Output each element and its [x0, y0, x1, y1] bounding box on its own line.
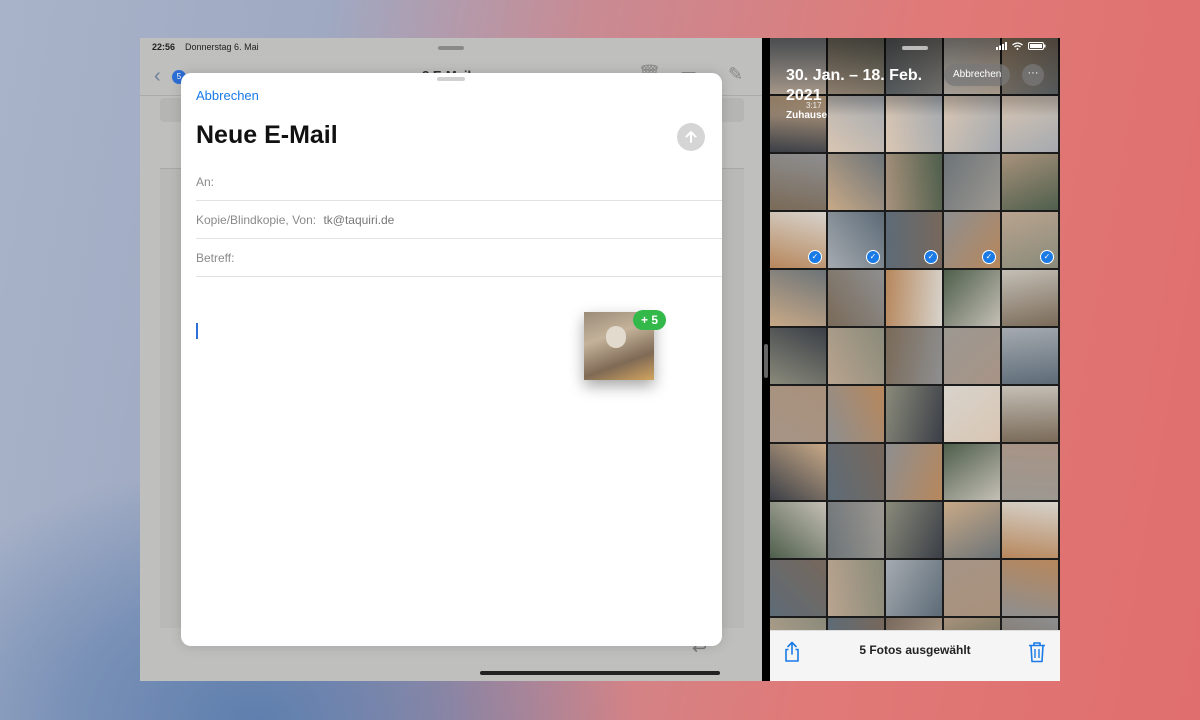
cc-from-field[interactable]: Kopie/Blindkopie, Von: tk@taquiri.de — [196, 201, 722, 239]
multitasking-handle[interactable] — [438, 46, 464, 50]
checkmark-icon: ✓ — [982, 250, 996, 264]
photos-status-icons — [995, 42, 1046, 52]
compose-title: Neue E-Mail — [196, 121, 338, 149]
photo-thumbnail[interactable] — [770, 270, 826, 326]
to-label: An: — [196, 175, 215, 189]
photo-thumbnail[interactable] — [828, 270, 884, 326]
send-button[interactable] — [677, 123, 705, 151]
photos-toolbar: 5 Fotos ausgewählt — [770, 630, 1060, 681]
cc-label: Kopie/Blindkopie, Von: — [196, 213, 317, 227]
photo-thumbnail[interactable] — [944, 560, 1000, 616]
photo-thumbnail[interactable] — [770, 444, 826, 500]
photo-thumbnail[interactable] — [1002, 270, 1058, 326]
wifi-icon — [1012, 42, 1024, 50]
more-options-button[interactable]: ··· — [1022, 64, 1044, 86]
drag-preview-subject — [606, 326, 626, 348]
photo-thumbnail[interactable] — [770, 328, 826, 384]
photo-thumbnail[interactable] — [1002, 444, 1058, 500]
photo-thumbnail[interactable] — [886, 270, 942, 326]
photo-thumbnail[interactable] — [944, 270, 1000, 326]
checkmark-icon: ✓ — [808, 250, 822, 264]
photo-thumbnail[interactable]: ✓ — [886, 212, 942, 268]
photo-thumbnail[interactable] — [886, 560, 942, 616]
compose-icon[interactable]: ✎ — [728, 64, 743, 85]
text-cursor — [196, 323, 198, 339]
photo-thumbnail[interactable] — [944, 502, 1000, 558]
subject-label: Betreff: — [196, 251, 235, 265]
photo-thumbnail[interactable] — [828, 154, 884, 210]
photo-thumbnail[interactable] — [828, 386, 884, 442]
battery-icon — [1028, 42, 1046, 50]
sheet-grabber[interactable] — [437, 77, 465, 81]
photo-thumbnail[interactable]: ✓ — [1002, 212, 1058, 268]
photo-thumbnail[interactable] — [770, 386, 826, 442]
photos-cancel-button[interactable]: Abbrechen — [944, 64, 1011, 86]
photo-thumbnail[interactable] — [1002, 328, 1058, 384]
photo-thumbnail[interactable] — [1002, 386, 1058, 442]
status-date: Donnerstag 6. Mai — [185, 42, 259, 52]
drag-count-badge: + 5 — [633, 310, 667, 330]
photo-thumbnail[interactable] — [886, 328, 942, 384]
ipad-screen: 22:56 Donnerstag 6. Mai ‹ 5 2 E-Mails 🗑 … — [140, 38, 1060, 681]
photo-thumbnail[interactable] — [828, 560, 884, 616]
photo-thumbnail[interactable] — [1002, 560, 1058, 616]
checkmark-icon: ✓ — [924, 250, 938, 264]
selected-count: 5 Fotos ausgewählt — [859, 643, 971, 657]
cancel-button[interactable]: Abbrechen — [196, 88, 259, 103]
photo-thumbnail[interactable] — [944, 328, 1000, 384]
photo-thumbnail[interactable] — [828, 502, 884, 558]
photos-multitasking-handle[interactable] — [902, 46, 928, 50]
photo-thumbnail[interactable] — [1002, 502, 1058, 558]
photo-thumbnail[interactable]: ✓ — [770, 212, 826, 268]
photos-time: 3:17 — [806, 101, 822, 110]
photo-thumbnail[interactable] — [770, 502, 826, 558]
home-indicator[interactable] — [480, 671, 720, 675]
photo-thumbnail[interactable]: ✓ — [944, 212, 1000, 268]
photo-thumbnail[interactable]: ✓ — [828, 212, 884, 268]
checkmark-icon: ✓ — [866, 250, 880, 264]
photo-thumbnail[interactable] — [770, 154, 826, 210]
from-value[interactable]: tk@taquiri.de — [323, 213, 394, 227]
photos-date-range: 30. Jan. – 18. Feb. 2021 — [786, 67, 923, 104]
photo-thumbnail[interactable] — [770, 560, 826, 616]
status-time: 22:56 — [152, 42, 176, 52]
photo-thumbnail[interactable] — [944, 444, 1000, 500]
photo-thumbnail[interactable] — [1002, 154, 1058, 210]
photo-thumbnail[interactable] — [828, 444, 884, 500]
photos-app: ✓ ✓ ✓ ✓ ✓ 30. Jan. – 18. Feb. 2021 3:17 Zuha… — [770, 38, 1060, 681]
to-field[interactable]: An: — [196, 163, 722, 201]
photo-thumbnail[interactable] — [886, 154, 942, 210]
photo-thumbnail[interactable] — [886, 386, 942, 442]
photo-thumbnail[interactable] — [944, 154, 1000, 210]
checkmark-icon: ✓ — [1040, 250, 1054, 264]
status-bar: 22:56 Donnerstag 6. Mai — [152, 42, 259, 52]
mail-app: 22:56 Donnerstag 6. Mai ‹ 5 2 E-Mails 🗑 … — [140, 38, 762, 681]
signal-icon — [995, 42, 1007, 50]
split-view-divider-handle[interactable] — [764, 344, 768, 378]
arrow-up-icon — [685, 131, 697, 143]
photos-location: Zuhause — [786, 110, 828, 121]
photo-thumbnail[interactable] — [886, 444, 942, 500]
photo-thumbnail[interactable] — [944, 386, 1000, 442]
back-chevron-icon[interactable]: ‹ — [154, 65, 161, 88]
photo-thumbnail[interactable] — [886, 502, 942, 558]
trash-icon[interactable] — [1028, 641, 1046, 663]
photo-thumbnail[interactable] — [828, 328, 884, 384]
photo-grid: ✓ ✓ ✓ ✓ ✓ — [770, 38, 1060, 681]
subject-field[interactable]: Betreff: — [196, 239, 722, 277]
